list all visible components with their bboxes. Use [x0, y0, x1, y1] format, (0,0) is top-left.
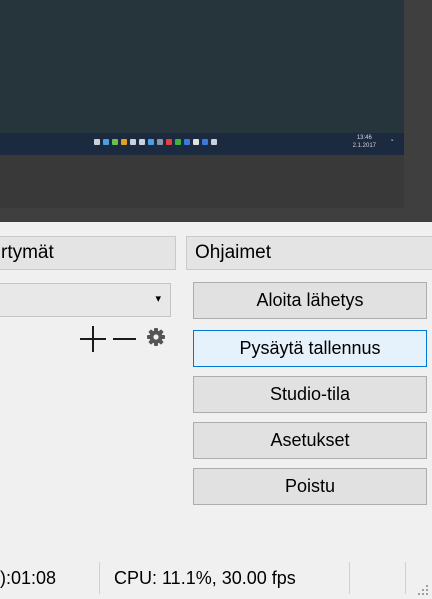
- tray-app-icon: [193, 139, 199, 145]
- gear-icon[interactable]: [145, 326, 167, 348]
- tray-app-icon: [112, 139, 118, 145]
- tray-app-icon: [103, 139, 109, 145]
- record-time: ):01:08: [0, 568, 57, 588]
- scene-collection-select[interactable]: ▾: [0, 283, 171, 317]
- plus-icon[interactable]: [80, 326, 106, 352]
- exit-button[interactable]: Poistu: [193, 468, 427, 505]
- preview-desktop: [0, 0, 404, 133]
- clock-time: 13:46: [356, 135, 372, 141]
- tray-app-icon: [148, 139, 154, 145]
- preview-screen: 13:46 2.1.2017 ˅: [0, 0, 404, 208]
- gear-icon-graphic: [147, 328, 165, 346]
- scenes-dock-header: rtymät: [0, 236, 176, 270]
- studio-mode-button[interactable]: Studio-tila: [193, 376, 427, 413]
- minus-icon[interactable]: [113, 326, 136, 352]
- status-bar: ):01:08 CPU: 11.1%, 30.00 fps: [0, 560, 432, 599]
- cpu-usage: CPU: 11.1%, 30.00 fps: [114, 568, 296, 588]
- tray-app-icon: [166, 139, 172, 145]
- tray-app-icon: [184, 139, 190, 145]
- stop-recording-button[interactable]: Pysäytä tallennus: [193, 330, 427, 367]
- controls-dock-header: Ohjaimet: [186, 236, 432, 270]
- preview-area: 13:46 2.1.2017 ˅: [0, 0, 432, 222]
- tray-app-icon: [121, 139, 127, 145]
- tray-app-icon: [157, 139, 163, 145]
- tray-app-icon: [211, 139, 217, 145]
- status-divider: [349, 562, 350, 594]
- taskbar-clock: 13:46 2.1.2017: [353, 134, 376, 150]
- clock-date: 2.1.2017: [352, 143, 376, 149]
- start-streaming-button[interactable]: Aloita lähetys: [193, 282, 427, 319]
- system-tray: [94, 139, 217, 145]
- status-divider: [99, 562, 100, 594]
- resize-grip[interactable]: [418, 585, 430, 597]
- chevron-down-icon: ▾: [155, 292, 161, 305]
- tray-app-icon: [139, 139, 145, 145]
- tray-app-icon: [202, 139, 208, 145]
- tray-app-icon: [130, 139, 136, 145]
- preview-taskbar: 13:46 2.1.2017 ˅: [0, 133, 404, 155]
- tray-app-icon: [175, 139, 181, 145]
- settings-button[interactable]: Asetukset: [193, 422, 427, 459]
- tray-app-icon: [94, 139, 100, 145]
- tray-chevron-icon: ˅: [390, 139, 395, 147]
- status-divider: [405, 562, 406, 594]
